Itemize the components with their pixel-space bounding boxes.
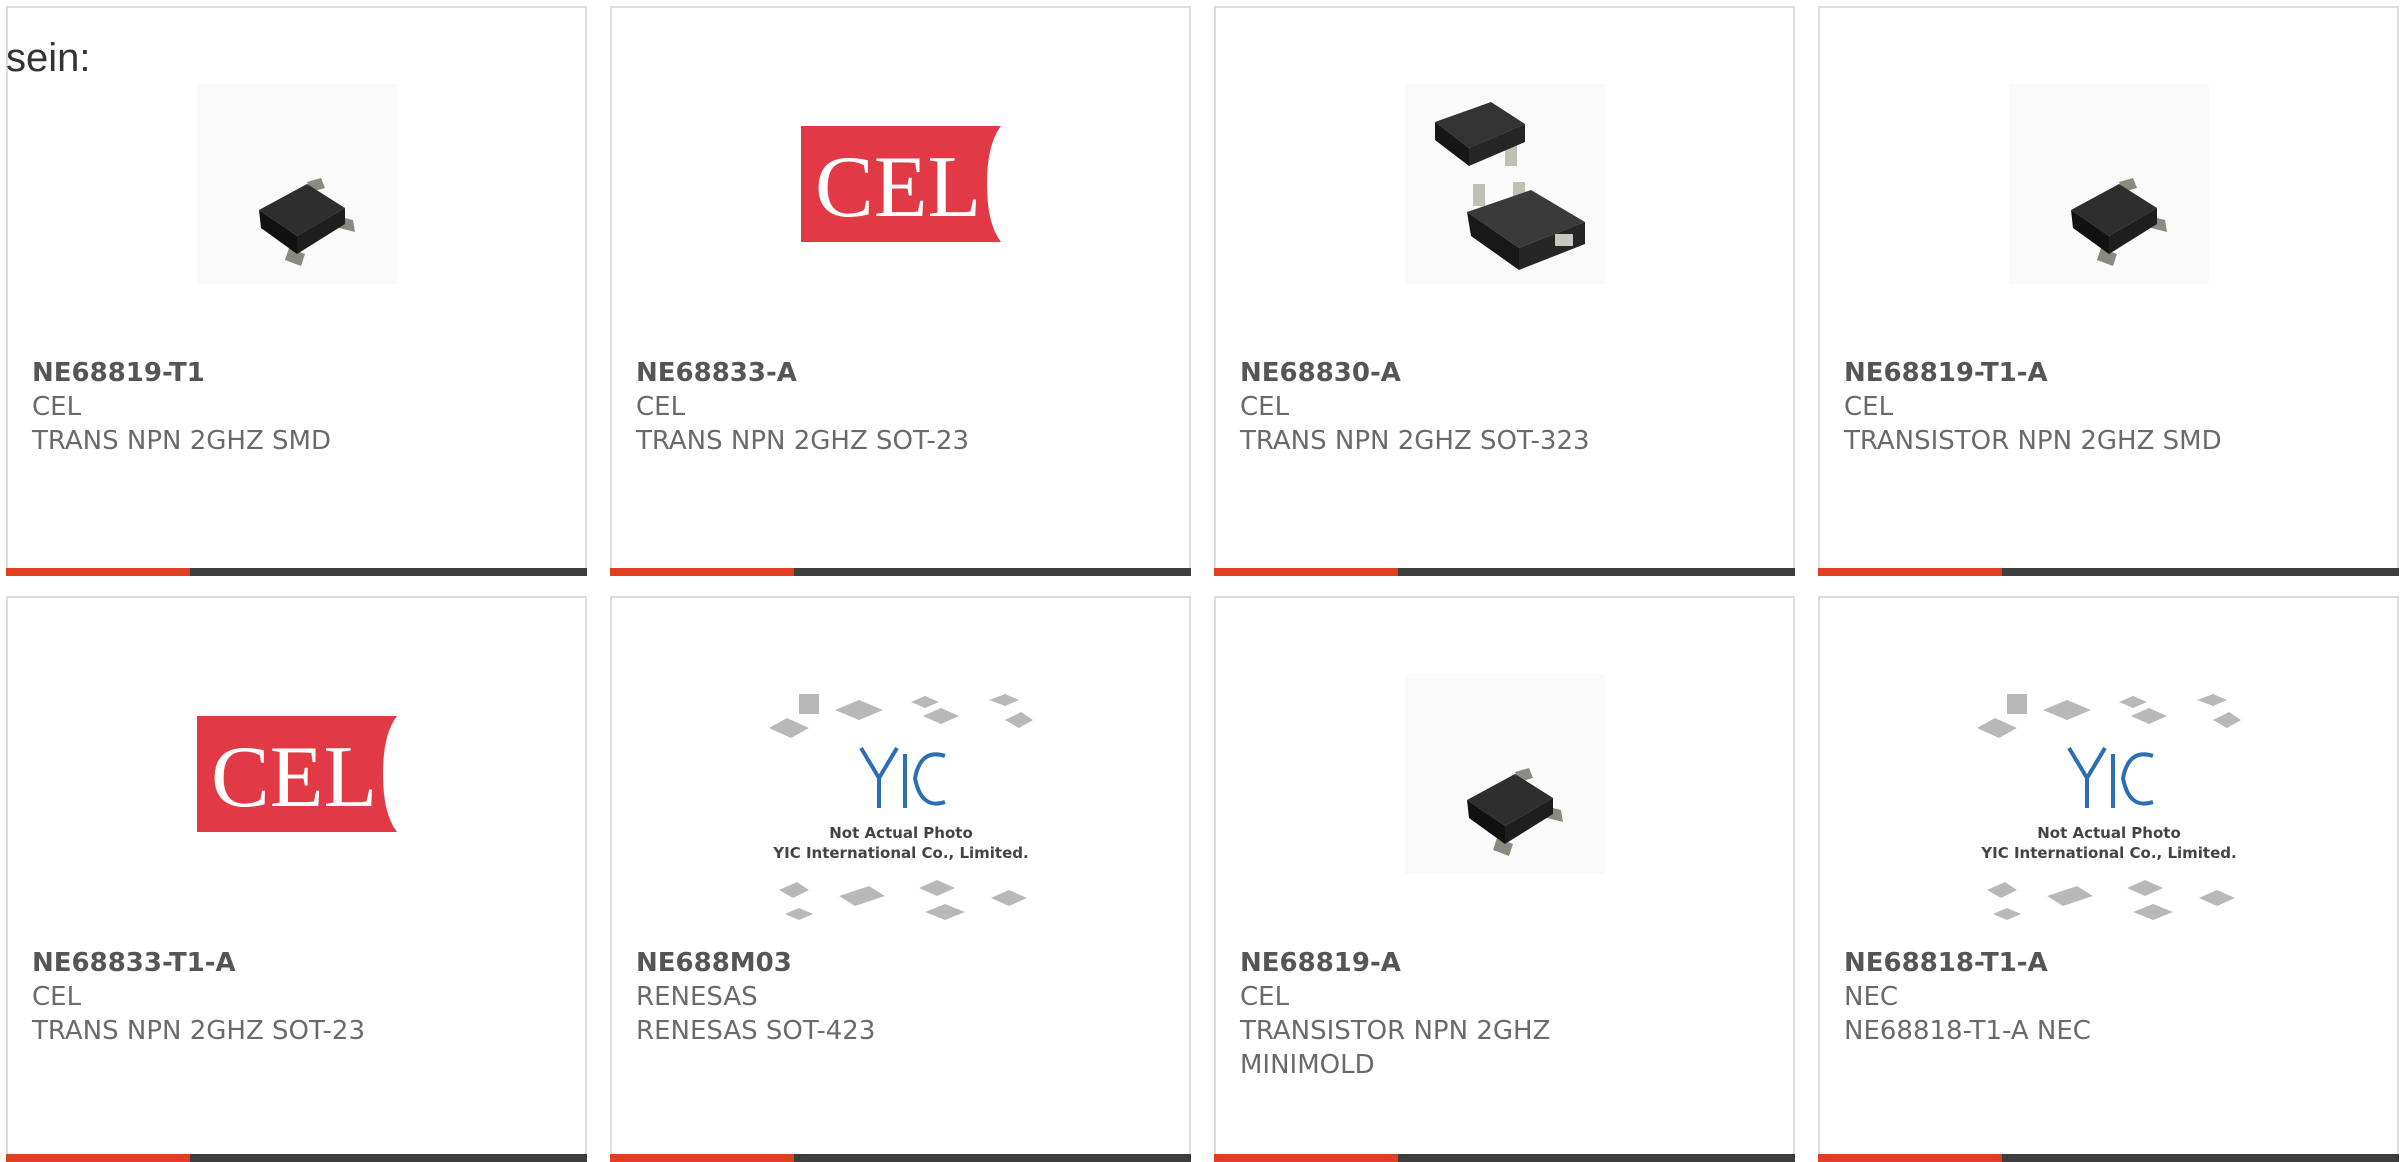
- part-number[interactable]: NE68819-T1: [32, 356, 561, 390]
- card-bottom-bar: [610, 1154, 1191, 1162]
- manufacturer: CEL: [1240, 982, 1290, 1012]
- part-number[interactable]: NE68833-T1-A: [32, 946, 561, 980]
- description: TRANSISTOR NPN 2GHZ SMD: [1844, 426, 2222, 456]
- svg-text:Not Actual Photo: Not Actual Photo: [829, 824, 973, 842]
- part-number[interactable]: NE68833-A: [636, 356, 1165, 390]
- card-accent: [1214, 568, 1398, 576]
- cel-logo: CEL: [196, 674, 397, 874]
- card-accent: [6, 568, 190, 576]
- manufacturer: CEL: [636, 392, 686, 422]
- section-label: sein:: [6, 36, 91, 80]
- card-bottom-bar: [1818, 568, 2399, 576]
- part-number[interactable]: NE68819-A: [1240, 946, 1769, 980]
- description: TRANS NPN 2GHZ SOT-323: [1240, 426, 1590, 456]
- card-accent: [1214, 1154, 1398, 1162]
- card-accent: [610, 568, 794, 576]
- transistor-sot-photo-icon: [196, 84, 397, 284]
- part-number[interactable]: NE688M03: [636, 946, 1165, 980]
- card-accent: [1818, 1154, 2002, 1162]
- part-number[interactable]: NE68819-T1-A: [1844, 356, 2373, 390]
- part-number[interactable]: NE68818-T1-A: [1844, 946, 2373, 980]
- product-card[interactable]: Not Actual Photo YIC International Co., …: [610, 596, 1191, 1162]
- manufacturer: CEL: [1844, 392, 1894, 422]
- manufacturer: CEL: [32, 392, 82, 422]
- manufacturer: RENESAS: [636, 982, 758, 1012]
- svg-text:Not Actual Photo: Not Actual Photo: [2037, 824, 2181, 842]
- card-bottom-bar: [610, 568, 1191, 576]
- transistor-sot-photo-icon: [2008, 84, 2209, 284]
- manufacturer: CEL: [32, 982, 82, 1012]
- manufacturer: CEL: [1240, 392, 1290, 422]
- card-accent: [6, 1154, 190, 1162]
- description: TRANS NPN 2GHZ SOT-23: [32, 1016, 365, 1046]
- card-bottom-bar: [6, 568, 587, 576]
- manufacturer: NEC: [1844, 982, 1899, 1012]
- product-card[interactable]: Not Actual Photo YIC International Co., …: [1818, 596, 2399, 1162]
- card-bottom-bar: [1214, 568, 1795, 576]
- card-bottom-bar: [1818, 1154, 2399, 1162]
- card-bottom-bar: [1214, 1154, 1795, 1162]
- cel-logo: CEL: [800, 84, 1001, 284]
- product-card[interactable]: NE68819-T1-A CEL TRANSISTOR NPN 2GHZ SMD: [1818, 6, 2399, 576]
- svg-text:YIC International Co., Limited: YIC International Co., Limited.: [772, 844, 1028, 862]
- yic-placeholder: Not Actual Photo YIC International Co., …: [768, 692, 1033, 932]
- description: TRANS NPN 2GHZ SOT-23: [636, 426, 969, 456]
- svg-text:YIC International Co., Limited: YIC International Co., Limited.: [1980, 844, 2236, 862]
- part-number[interactable]: NE68830-A: [1240, 356, 1769, 390]
- description: RENESAS SOT-423: [636, 1016, 876, 1046]
- transistor-sot-photo-icon: [1404, 674, 1605, 874]
- description: TRANS NPN 2GHZ SMD: [32, 426, 332, 456]
- transistor-pair-photo-icon: [1404, 84, 1605, 284]
- product-card[interactable]: CEL NE68833-T1-A CEL TRANS NPN 2GHZ SOT-…: [6, 596, 587, 1162]
- description: TRANSISTOR NPN 2GHZ MINIMOLD: [1240, 1016, 1551, 1080]
- svg-text:CEL: CEL: [815, 139, 981, 236]
- product-card[interactable]: NE68819-T1 CEL TRANS NPN 2GHZ SMD: [6, 6, 587, 576]
- product-card[interactable]: NE68830-A CEL TRANS NPN 2GHZ SOT-323: [1214, 6, 1795, 576]
- description: NE68818-T1-A NEC: [1844, 1016, 2091, 1046]
- product-card[interactable]: NE68819-A CEL TRANSISTOR NPN 2GHZ MINIMO…: [1214, 596, 1795, 1162]
- yic-placeholder: Not Actual Photo YIC International Co., …: [1976, 692, 2241, 932]
- card-accent: [1818, 568, 2002, 576]
- card-accent: [610, 1154, 794, 1162]
- product-card[interactable]: CEL NE68833-A CEL TRANS NPN 2GHZ SOT-23: [610, 6, 1191, 576]
- svg-text:CEL: CEL: [211, 729, 377, 826]
- card-bottom-bar: [6, 1154, 587, 1162]
